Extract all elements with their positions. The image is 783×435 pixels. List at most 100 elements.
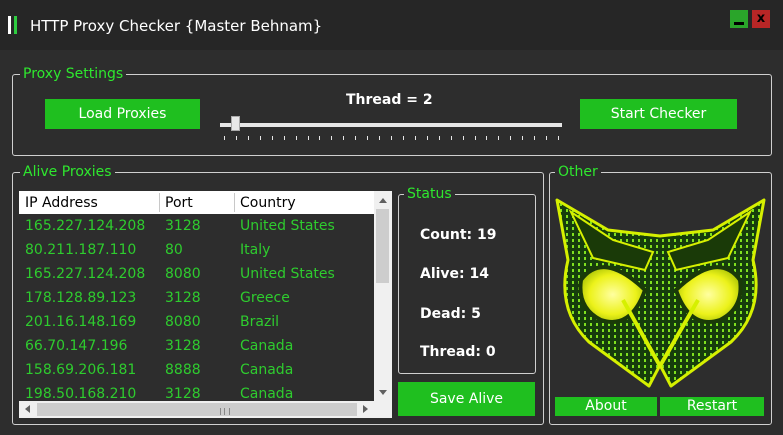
scroll-up-icon[interactable] <box>379 198 387 203</box>
table-row[interactable]: 80.211.187.110 80 Italy <box>19 239 374 263</box>
slider-tick <box>427 136 428 140</box>
row-ip: 80.211.187.110 <box>25 242 137 258</box>
alive-value: 14 <box>469 266 490 282</box>
dead-value: 5 <box>471 306 481 322</box>
about-button[interactable]: About <box>555 397 657 416</box>
slider-tick <box>308 136 309 140</box>
app-icon <box>8 16 18 34</box>
row-country: Canada <box>240 338 294 354</box>
start-checker-button[interactable]: Start Checker <box>580 99 737 129</box>
row-port: 8888 <box>165 362 201 378</box>
slider-tick <box>248 136 249 140</box>
row-country: United States <box>240 218 335 234</box>
row-country: Brazil <box>240 314 280 330</box>
vertical-scrollbar[interactable] <box>374 191 392 401</box>
row-ip: 198.50.168.210 <box>25 386 137 402</box>
slider-tick <box>236 136 237 140</box>
proxy-list[interactable]: IP Address Port Country 165.227.124.208 3… <box>19 191 392 418</box>
row-ip: 165.227.124.208 <box>25 218 146 234</box>
column-country[interactable]: Country <box>240 195 296 211</box>
table-row[interactable]: 178.128.89.123 3128 Greece <box>19 287 374 311</box>
table-row[interactable]: 165.227.124.208 3128 United States <box>19 215 374 239</box>
scroll-right-icon[interactable] <box>363 405 368 413</box>
column-port[interactable]: Port <box>165 195 193 211</box>
owl-logo-icon <box>555 198 766 388</box>
row-country: Canada <box>240 386 294 402</box>
table-row[interactable]: 201.16.148.169 8080 Brazil <box>19 311 374 335</box>
restart-button[interactable]: Restart <box>660 397 764 416</box>
title-bar: HTTP Proxy Checker {Master Behnam} x <box>0 0 783 50</box>
slider-tick <box>510 136 511 140</box>
scroll-left-icon[interactable] <box>25 405 30 413</box>
thread-slider-track[interactable] <box>220 123 562 127</box>
row-ip: 158.69.206.181 <box>25 362 137 378</box>
table-row[interactable]: 165.227.124.208 8080 United States <box>19 263 374 287</box>
thread-stat-value: 0 <box>485 344 496 360</box>
row-port: 8080 <box>165 314 201 330</box>
row-ip: 66.70.147.196 <box>25 338 128 354</box>
thread-slider-thumb[interactable] <box>231 116 240 131</box>
window-title: HTTP Proxy Checker {Master Behnam} <box>30 17 323 35</box>
table-row[interactable]: 158.69.206.181 8888 Canada <box>19 359 374 383</box>
row-port: 8080 <box>165 266 201 282</box>
count-stat: Count: 19 <box>420 227 496 243</box>
column-ip[interactable]: IP Address <box>25 195 98 211</box>
row-ip: 165.227.124.208 <box>25 266 146 282</box>
row-port: 3128 <box>165 386 201 402</box>
slider-tick <box>272 136 273 140</box>
alive-label: Alive: <box>420 266 465 282</box>
count-value: 19 <box>477 227 497 243</box>
proxy-rows: 165.227.124.208 3128 United States 80.211.1… <box>19 215 374 407</box>
horizontal-scroll-thumb[interactable] <box>37 403 357 416</box>
slider-tick <box>558 136 559 140</box>
thread-stat-label: Thread: <box>420 344 481 360</box>
slider-tick <box>224 136 225 140</box>
slider-tick <box>284 136 285 140</box>
row-port: 3128 <box>165 338 201 354</box>
row-ip: 178.128.89.123 <box>25 290 137 306</box>
row-country: United States <box>240 266 335 282</box>
scroll-corner <box>374 401 392 418</box>
row-port: 3128 <box>165 290 201 306</box>
alive-stat: Alive: 14 <box>420 266 489 282</box>
slider-tick <box>475 136 476 140</box>
alive-proxies-title: Alive Proxies <box>20 163 115 181</box>
slider-tick <box>331 136 332 140</box>
slider-tick <box>451 136 452 140</box>
slider-tick <box>534 136 535 140</box>
horizontal-scrollbar[interactable] <box>19 401 374 418</box>
slider-tick <box>403 136 404 140</box>
row-port: 3128 <box>165 218 201 234</box>
slider-tick <box>415 136 416 140</box>
vertical-scroll-thumb[interactable] <box>376 209 389 283</box>
slider-tick <box>498 136 499 140</box>
table-row[interactable]: 66.70.147.196 3128 Canada <box>19 335 374 359</box>
row-port: 80 <box>165 242 183 258</box>
slider-tick <box>486 136 487 140</box>
slider-tick <box>343 136 344 140</box>
count-label: Count: <box>420 227 473 243</box>
save-alive-button[interactable]: Save Alive <box>398 382 535 416</box>
dead-stat: Dead: 5 <box>420 306 481 322</box>
other-title: Other <box>555 163 601 181</box>
minimize-button[interactable] <box>730 10 748 28</box>
grip-icon <box>220 408 230 415</box>
list-header: IP Address Port Country <box>19 191 374 214</box>
row-country: Canada <box>240 362 294 378</box>
scroll-down-icon[interactable] <box>379 390 387 395</box>
slider-tick <box>463 136 464 140</box>
dead-label: Dead: <box>420 306 467 322</box>
row-country: Italy <box>240 242 271 258</box>
proxy-settings-title: Proxy Settings <box>20 65 127 83</box>
thread-label: Thread = 2 <box>346 92 433 108</box>
thread-slider-ticks <box>224 136 559 140</box>
slider-tick <box>319 136 320 140</box>
slider-tick <box>522 136 523 140</box>
slider-tick <box>546 136 547 140</box>
load-proxies-button[interactable]: Load Proxies <box>45 99 200 129</box>
thread-stat: Thread: 0 <box>420 344 496 360</box>
row-ip: 201.16.148.169 <box>25 314 137 330</box>
slider-tick <box>391 136 392 140</box>
slider-tick <box>355 136 356 140</box>
close-button[interactable]: x <box>752 10 770 28</box>
